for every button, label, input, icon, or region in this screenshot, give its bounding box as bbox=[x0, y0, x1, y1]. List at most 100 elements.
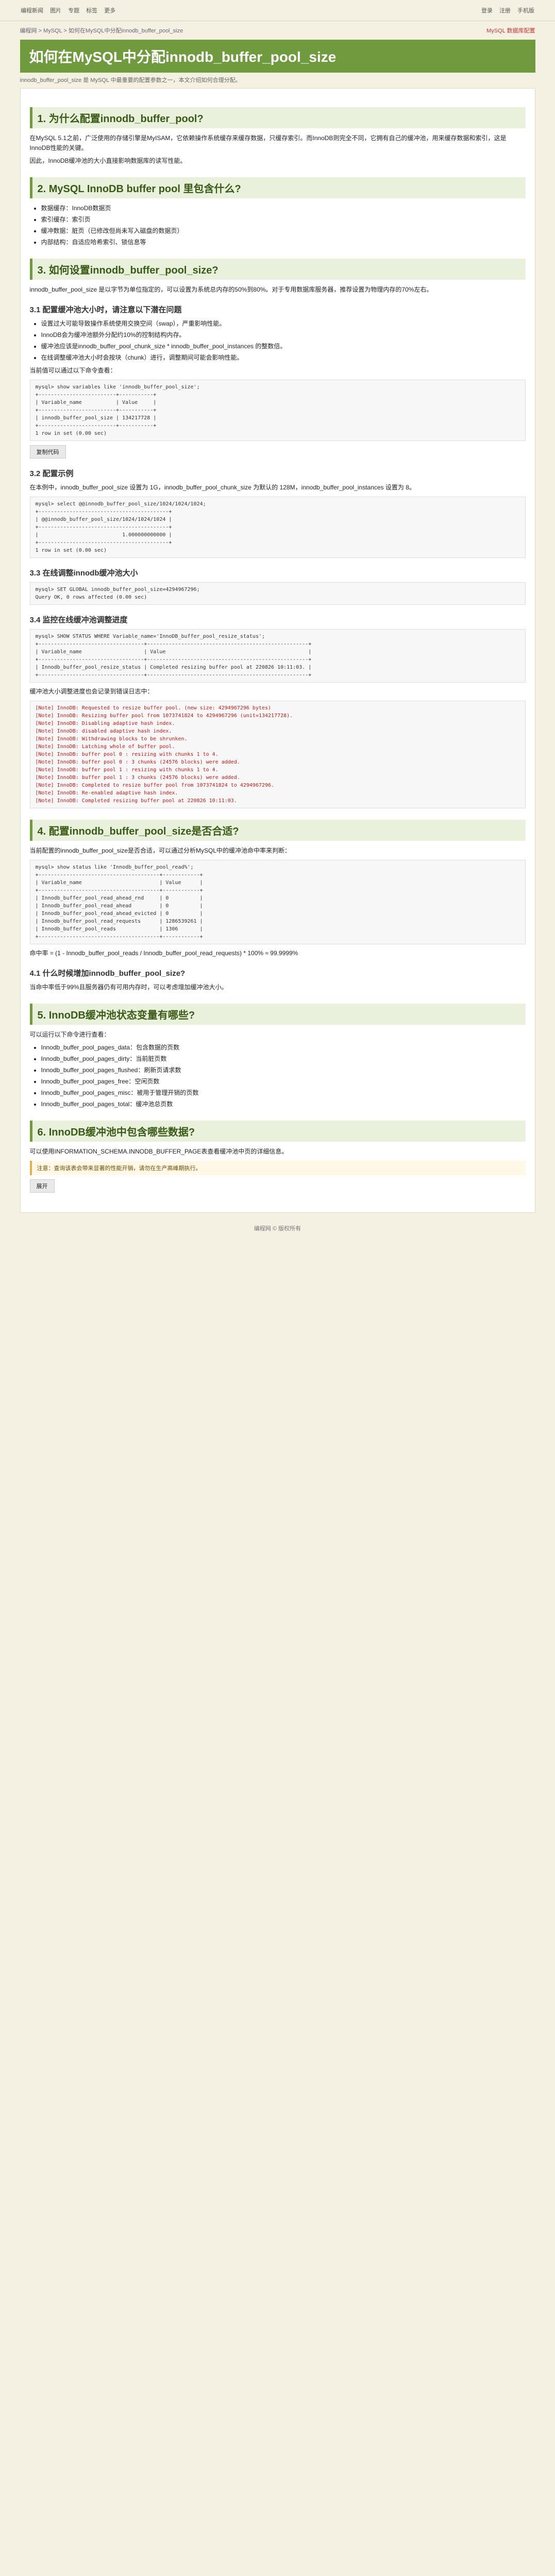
log-line: [Note] InnoDB: Requested to resize buffe… bbox=[35, 705, 272, 711]
expand-button[interactable]: 展开 bbox=[29, 1179, 55, 1193]
paragraph: 命中率 = (1 - Innodb_buffer_pool_reads / In… bbox=[29, 950, 298, 957]
code-line: +---------------------------------------… bbox=[35, 872, 203, 878]
code-line: +---------------------------------------… bbox=[35, 934, 203, 940]
login-link[interactable]: 登录 bbox=[481, 8, 493, 14]
code-line: | Innodb_buffer_pool_resize_status | Com… bbox=[35, 665, 312, 670]
paragraph: 在MySQL 5.1之前，广泛使用的存储引擎是MyISAM，它依赖操作系统缓存来… bbox=[29, 134, 507, 151]
log-line: [Note] InnoDB: Re-enabled adaptive hash … bbox=[35, 790, 178, 796]
paragraph: 当前配置的innodb_buffer_pool_size是否合适，可以通过分析M… bbox=[29, 847, 291, 854]
top-nav-link[interactable]: 标签 bbox=[86, 8, 97, 14]
subsection-heading: 3.4 监控在线缓冲池调整进度 bbox=[29, 616, 128, 624]
log-block: [Note] InnoDB: Requested to resize buffe… bbox=[29, 701, 526, 808]
subsection-heading: 3.2 配置示例 bbox=[29, 469, 74, 478]
code-line: +----------------------------------+----… bbox=[35, 657, 312, 663]
breadcrumb: 编程网 > MySQL > 如何在MySQL中分配innodb_buffer_p… bbox=[20, 21, 535, 38]
list-item: 在线调整缓冲池大小时会按块（chunk）进行，调整期间可能会影响性能。 bbox=[41, 353, 526, 363]
top-nav-link[interactable]: 更多 bbox=[104, 8, 115, 14]
code-line: +-------------------------+-----------+ bbox=[35, 423, 157, 429]
log-line: [Note] InnoDB: buffer pool 1 : resizing … bbox=[35, 767, 218, 773]
code-line: +----------------------------------+----… bbox=[35, 641, 312, 647]
log-line: [Note] InnoDB: Disabling adaptive hash i… bbox=[35, 721, 175, 726]
code-line: +---------------------------------------… bbox=[35, 524, 172, 530]
paragraph: 在本例中，innodb_buffer_pool_size 设置为 1G，inno… bbox=[29, 484, 415, 491]
code-actions: 展开 bbox=[29, 1179, 526, 1193]
breadcrumb-path[interactable]: 编程网 > MySQL > 如何在MySQL中分配innodb_buffer_p… bbox=[20, 26, 183, 35]
top-nav-link[interactable]: 图片 bbox=[50, 8, 61, 14]
log-line: [Note] InnoDB: Latching whole of buffer … bbox=[35, 744, 175, 750]
category-tag[interactable]: MySQL 数据库配置 bbox=[486, 26, 535, 35]
list-item: 设置过大可能导致操作系统使用交换空间（swap），严重影响性能。 bbox=[41, 319, 526, 329]
code-block: mysql> select @@innodb_buffer_pool_size/… bbox=[29, 497, 526, 558]
code-line: mysql> show variables like 'innodb_buffe… bbox=[35, 384, 200, 390]
list-item: Innodb_buffer_pool_pages_free：空闲页数 bbox=[41, 1077, 526, 1087]
log-line: [Note] InnoDB: Completed resizing buffer… bbox=[35, 798, 237, 804]
paragraph: 当命中率低于99%且服务器仍有可用内存时，可以考虑增加缓冲池大小。 bbox=[29, 984, 228, 991]
list-item: 缓冲数据：脏页（已修改但尚未写入磁盘的数据页） bbox=[41, 226, 526, 236]
code-line: | Innodb_buffer_pool_read_ahead_rnd | 0 … bbox=[35, 895, 203, 901]
code-line: Query OK, 0 rows affected (0.00 sec) bbox=[35, 595, 147, 600]
code-block: mysql> show status like 'Innodb_buffer_p… bbox=[29, 860, 526, 944]
page-title: 如何在MySQL中分配innodb_buffer_pool_size bbox=[20, 40, 535, 73]
section-heading: 3. 如何设置innodb_buffer_pool_size? bbox=[29, 259, 526, 280]
paragraph: 因此，InnoDB缓冲池的大小直接影响数据库的读写性能。 bbox=[29, 157, 187, 164]
warning-note: 注意：查询该表会带来显著的性能开销，请勿在生产高峰期执行。 bbox=[29, 1161, 526, 1175]
log-line: [Note] InnoDB: Completed to resize buffe… bbox=[35, 783, 275, 788]
bullet-list: Innodb_buffer_pool_pages_data：包含数据的页数 In… bbox=[41, 1043, 526, 1109]
code-line: mysql> SHOW STATUS WHERE Variable_name='… bbox=[35, 634, 265, 639]
top-nav-link[interactable]: 专题 bbox=[68, 8, 79, 14]
code-block: mysql> SHOW STATUS WHERE Variable_name='… bbox=[29, 629, 526, 683]
page-wrap: 编程网 > MySQL > 如何在MySQL中分配innodb_buffer_p… bbox=[20, 21, 535, 1248]
list-item: Innodb_buffer_pool_pages_total：缓冲池总页数 bbox=[41, 1099, 526, 1109]
register-link[interactable]: 注册 bbox=[499, 8, 511, 14]
code-line: | 1.000000000000 | bbox=[35, 532, 172, 538]
code-line: +----------------------------------+----… bbox=[35, 672, 312, 678]
log-line: [Note] InnoDB: Withdrawing blocks to be … bbox=[35, 736, 188, 742]
code-line: | @@innodb_buffer_pool_size/1024/1024/10… bbox=[35, 517, 172, 522]
code-line: | Innodb_buffer_pool_read_ahead_evicted … bbox=[35, 911, 203, 917]
list-item: 索引缓存：索引页 bbox=[41, 215, 526, 225]
subsection-heading: 3.1 配置缓冲池大小时，请注意以下潜在问题 bbox=[29, 306, 182, 314]
code-line: +---------------------------------------… bbox=[35, 888, 203, 893]
code-line: | Innodb_buffer_pool_read_requests | 128… bbox=[35, 919, 203, 924]
code-line: +-------------------------+-----------+ bbox=[35, 392, 157, 398]
log-line: [Note] InnoDB: buffer pool 0 : 3 chunks … bbox=[35, 759, 240, 765]
code-line: mysql> SET GLOBAL innodb_buffer_pool_siz… bbox=[35, 587, 200, 592]
article-body: 1. 为什么配置innodb_buffer_pool? 在MySQL 5.1之前… bbox=[20, 88, 535, 1213]
copy-code-button[interactable]: 复制代码 bbox=[29, 445, 66, 459]
list-item: Innodb_buffer_pool_pages_flushed：刷新页请求数 bbox=[41, 1065, 526, 1075]
bullet-list: 数据缓存：InnoDB数据页 索引缓存：索引页 缓冲数据：脏页（已修改但尚未写入… bbox=[41, 204, 526, 247]
section-heading: 4. 配置innodb_buffer_pool_size是否合适? bbox=[29, 820, 526, 841]
list-item: Innodb_buffer_pool_pages_misc：被用于管理开销的页数 bbox=[41, 1088, 526, 1098]
subsection-heading: 4.1 什么时候增加innodb_buffer_pool_size? bbox=[29, 969, 186, 978]
section-heading: 5. InnoDB缓冲池状态变量有哪些? bbox=[29, 1004, 526, 1025]
paragraph: 当前值可以通过以下命令查看： bbox=[29, 367, 116, 374]
code-line: 1 row in set (0.00 sec) bbox=[35, 431, 107, 436]
user-links: 登录 注册 手机版 bbox=[476, 6, 534, 14]
code-line: | Variable_name | Value | bbox=[35, 649, 312, 655]
footer: 编程网 © 版权所有 bbox=[254, 1226, 301, 1232]
paragraph: innodb_buffer_pool_size 是以字节为单位指定的，可以设置为… bbox=[29, 286, 433, 293]
article-meta: innodb_buffer_pool_size 是 MySQL 中最重要的配置参… bbox=[20, 77, 241, 83]
section-heading: 2. MySQL InnoDB buffer pool 里包含什么? bbox=[29, 177, 526, 198]
code-line: mysql> select @@innodb_buffer_pool_size/… bbox=[35, 501, 206, 507]
log-line: [Note] InnoDB: buffer pool 0 : resizing … bbox=[35, 752, 218, 757]
log-line: [Note] InnoDB: buffer pool 1 : 3 chunks … bbox=[35, 775, 240, 781]
list-item: 数据缓存：InnoDB数据页 bbox=[41, 204, 526, 213]
code-line: | Innodb_buffer_pool_reads | 1306 | bbox=[35, 926, 203, 932]
subsection-heading: 3.3 在线调整innodb缓冲池大小 bbox=[29, 569, 138, 578]
mobile-link[interactable]: 手机版 bbox=[517, 8, 534, 14]
top-nav-link[interactable]: 编程新闻 bbox=[21, 8, 43, 14]
code-line: +---------------------------------------… bbox=[35, 540, 172, 546]
code-line: 1 row in set (0.00 sec) bbox=[35, 548, 107, 553]
code-line: mysql> show status like 'Innodb_buffer_p… bbox=[35, 865, 194, 870]
code-line: | Variable_name | Value | bbox=[35, 400, 157, 405]
code-actions: 复制代码 bbox=[29, 445, 526, 459]
paragraph: 可以使用INFORMATION_SCHEMA.INNODB_BUFFER_PAG… bbox=[29, 1148, 288, 1155]
top-nav: 编程新闻 图片 专题 标签 更多 bbox=[21, 6, 121, 14]
code-line: +---------------------------------------… bbox=[35, 509, 172, 515]
code-line: +-------------------------+-----------+ bbox=[35, 408, 157, 413]
section-heading: 1. 为什么配置innodb_buffer_pool? bbox=[29, 107, 526, 128]
list-item: InnoDB会为缓冲池额外分配约10%的控制结构内存。 bbox=[41, 330, 526, 340]
code-block: mysql> SET GLOBAL innodb_buffer_pool_siz… bbox=[29, 582, 526, 605]
log-line: [Note] InnoDB: Resizing buffer pool from… bbox=[35, 713, 293, 719]
